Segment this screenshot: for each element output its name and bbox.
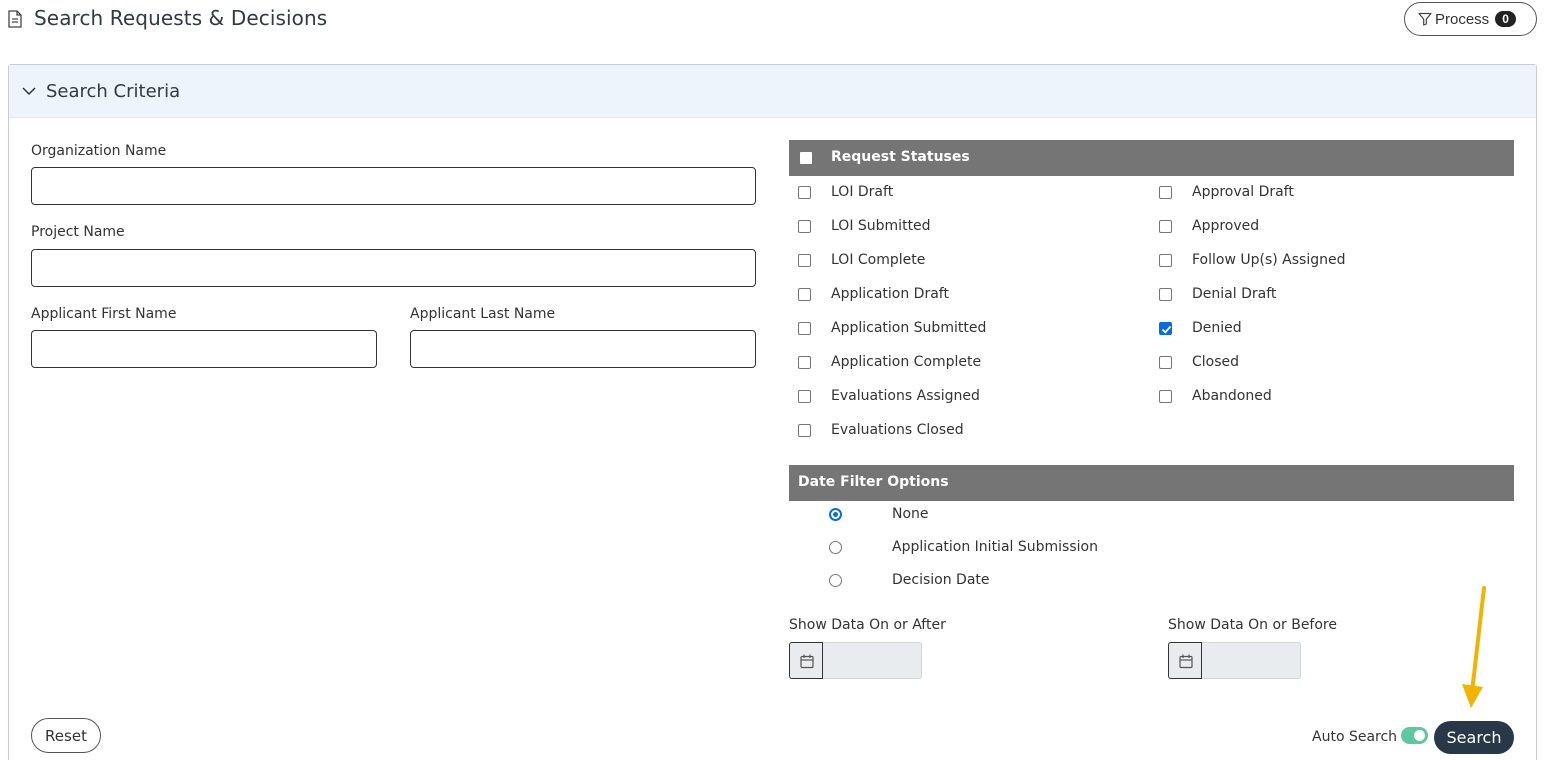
status-label-abandoned: Abandoned xyxy=(1192,388,1272,404)
show-before-label: Show Data On or Before xyxy=(1168,617,1337,633)
status-label-application-draft: Application Draft xyxy=(831,286,949,302)
applicant-last-name-input[interactable] xyxy=(410,330,756,368)
status-checkbox-approved[interactable] xyxy=(1159,220,1172,233)
show-before-date-input[interactable] xyxy=(1202,642,1301,679)
status-checkbox-application-submitted[interactable] xyxy=(798,322,811,335)
chevron-down-icon[interactable] xyxy=(21,83,37,99)
search-criteria-header[interactable]: Search Criteria xyxy=(9,65,1536,118)
page-title: Search Requests & Decisions xyxy=(34,6,328,30)
status-label-closed: Closed xyxy=(1192,354,1240,370)
status-label-loi-complete: LOI Complete xyxy=(831,252,926,268)
status-checkbox-denied[interactable] xyxy=(1159,322,1172,335)
status-checkbox-follow-up-s-assigned[interactable] xyxy=(1159,254,1172,267)
status-label-denied: Denied xyxy=(1192,320,1242,336)
auto-search-toggle[interactable] xyxy=(1401,727,1428,744)
date-filter-radio-decision-date[interactable] xyxy=(829,574,842,587)
status-checkbox-denial-draft[interactable] xyxy=(1159,288,1172,301)
panel-title: Search Criteria xyxy=(46,81,181,102)
reset-button[interactable]: Reset xyxy=(31,718,101,753)
document-icon xyxy=(8,10,24,28)
auto-search-label: Auto Search xyxy=(1312,729,1398,745)
status-checkbox-application-complete[interactable] xyxy=(798,356,811,369)
status-label-approval-draft: Approval Draft xyxy=(1192,184,1294,200)
show-after-date-picker xyxy=(789,642,922,679)
date-filter-title: Date Filter Options xyxy=(798,474,949,490)
date-filter-header: Date Filter Options xyxy=(789,465,1514,501)
project-name-input[interactable] xyxy=(31,249,756,287)
status-checkbox-closed[interactable] xyxy=(1159,356,1172,369)
status-checkbox-evaluations-closed[interactable] xyxy=(798,424,811,437)
status-label-denial-draft: Denial Draft xyxy=(1192,286,1277,302)
status-checkbox-loi-submitted[interactable] xyxy=(798,220,811,233)
calendar-icon[interactable] xyxy=(1168,642,1202,679)
show-before-date-picker xyxy=(1168,642,1301,679)
status-label-loi-draft: LOI Draft xyxy=(831,184,894,200)
show-after-date-input[interactable] xyxy=(823,642,922,679)
status-checkbox-loi-draft[interactable] xyxy=(798,186,811,199)
request-statuses-header: Request Statuses xyxy=(789,140,1514,176)
date-filter-label-decision-date: Decision Date xyxy=(892,572,990,588)
annotation-arrow-icon xyxy=(1462,586,1486,708)
show-after-label: Show Data On or After xyxy=(789,617,946,633)
status-checkbox-loi-complete[interactable] xyxy=(798,254,811,267)
applicant-first-name-label: Applicant First Name xyxy=(31,306,177,322)
organization-name-label: Organization Name xyxy=(31,143,167,159)
status-label-follow-up-s-assigned: Follow Up(s) Assigned xyxy=(1192,252,1346,268)
status-label-application-complete: Application Complete xyxy=(831,354,982,370)
status-label-application-submitted: Application Submitted xyxy=(831,320,987,336)
date-filter-radio-application-initial-submission[interactable] xyxy=(829,541,842,554)
request-statuses-title: Request Statuses xyxy=(831,149,970,165)
applicant-first-name-input[interactable] xyxy=(31,330,377,368)
status-checkbox-application-draft[interactable] xyxy=(798,288,811,301)
process-count-badge: 0 xyxy=(1495,11,1516,27)
status-checkbox-evaluations-assigned[interactable] xyxy=(798,390,811,403)
project-name-label: Project Name xyxy=(31,224,125,240)
page-header: Search Requests & Decisions Process 0 xyxy=(0,0,1545,40)
organization-name-input[interactable] xyxy=(31,167,756,205)
status-label-evaluations-closed: Evaluations Closed xyxy=(831,422,964,438)
date-filter-label-application-initial-submission: Application Initial Submission xyxy=(892,539,1098,555)
status-label-approved: Approved xyxy=(1192,218,1260,234)
process-label: Process xyxy=(1435,10,1490,28)
calendar-icon[interactable] xyxy=(789,642,823,679)
date-filter-radio-none[interactable] xyxy=(829,508,842,521)
search-button[interactable]: Search xyxy=(1434,721,1514,754)
status-checkbox-approval-draft[interactable] xyxy=(1159,186,1172,199)
select-all-statuses-checkbox[interactable] xyxy=(800,152,812,164)
date-filter-label-none: None xyxy=(892,506,929,522)
filter-icon xyxy=(1418,12,1432,26)
applicant-last-name-label: Applicant Last Name xyxy=(410,306,556,322)
process-button[interactable]: Process 0 xyxy=(1404,2,1537,36)
status-checkbox-abandoned[interactable] xyxy=(1159,390,1172,403)
status-label-evaluations-assigned: Evaluations Assigned xyxy=(831,388,980,404)
status-label-loi-submitted: LOI Submitted xyxy=(831,218,931,234)
